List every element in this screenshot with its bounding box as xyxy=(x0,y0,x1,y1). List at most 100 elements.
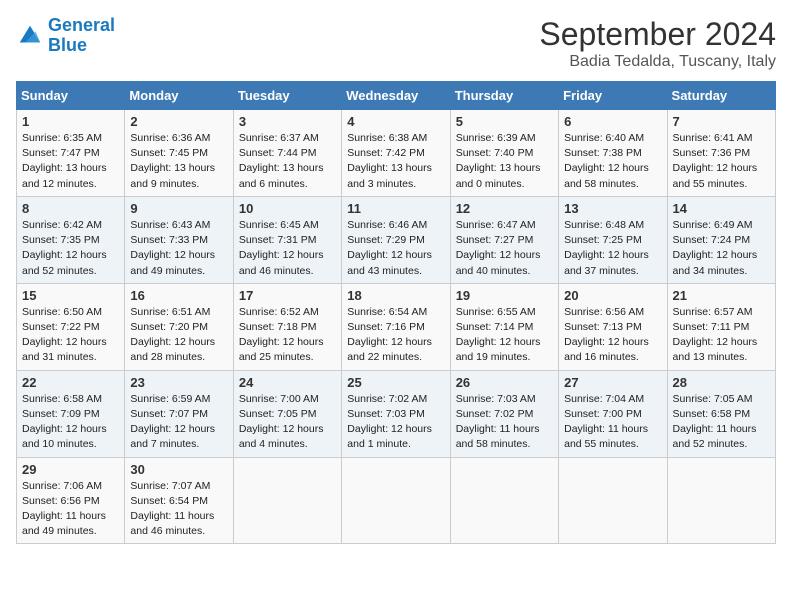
day-number: 25 xyxy=(347,375,444,390)
calendar-cell xyxy=(342,457,450,544)
day-info: Sunrise: 7:06 AM Sunset: 6:56 PM Dayligh… xyxy=(22,479,119,540)
day-info: Sunrise: 7:02 AM Sunset: 7:03 PM Dayligh… xyxy=(347,392,444,453)
calendar-cell: 24Sunrise: 7:00 AM Sunset: 7:05 PM Dayli… xyxy=(233,370,341,457)
calendar-cell xyxy=(559,457,667,544)
day-info: Sunrise: 7:04 AM Sunset: 7:00 PM Dayligh… xyxy=(564,392,661,453)
calendar-cell: 16Sunrise: 6:51 AM Sunset: 7:20 PM Dayli… xyxy=(125,283,233,370)
day-number: 13 xyxy=(564,201,661,216)
calendar-cell xyxy=(667,457,775,544)
day-number: 18 xyxy=(347,288,444,303)
day-info: Sunrise: 6:42 AM Sunset: 7:35 PM Dayligh… xyxy=(22,218,119,279)
calendar-week-3: 15 Sunrise: 6:50 AM Sunset: 7:22 PM Dayli… xyxy=(17,283,776,370)
day-info: Sunrise: 6:43 AM Sunset: 7:33 PM Dayligh… xyxy=(130,218,227,279)
day-info: Sunrise: 6:41 AM Sunset: 7:36 PM Dayligh… xyxy=(673,131,770,192)
calendar-cell: 14 Sunrise: 6:49 AM Sunset: 7:24 PM Dayli… xyxy=(667,196,775,283)
calendar-cell xyxy=(233,457,341,544)
day-info: Sunrise: 6:37 AM Sunset: 7:44 PM Dayligh… xyxy=(239,131,336,192)
header-sunday: Sunday xyxy=(17,82,125,110)
calendar-cell: 17Sunrise: 6:52 AM Sunset: 7:18 PM Dayli… xyxy=(233,283,341,370)
header-thursday: Thursday xyxy=(450,82,558,110)
logo-text: General Blue xyxy=(48,16,115,56)
day-info: Sunrise: 6:47 AM Sunset: 7:27 PM Dayligh… xyxy=(456,218,553,279)
day-info: Sunrise: 7:05 AM Sunset: 6:58 PM Dayligh… xyxy=(673,392,770,453)
calendar-cell: 2 Sunrise: 6:36 AM Sunset: 7:45 PM Daylig… xyxy=(125,110,233,197)
day-number: 6 xyxy=(564,114,661,129)
day-info: Sunrise: 6:50 AM Sunset: 7:22 PM Dayligh… xyxy=(22,305,119,366)
day-info: Sunrise: 6:46 AM Sunset: 7:29 PM Dayligh… xyxy=(347,218,444,279)
day-info: Sunrise: 6:54 AM Sunset: 7:16 PM Dayligh… xyxy=(347,305,444,366)
calendar-cell: 27 Sunrise: 7:04 AM Sunset: 7:00 PM Dayli… xyxy=(559,370,667,457)
day-number: 19 xyxy=(456,288,553,303)
day-info: Sunrise: 6:49 AM Sunset: 7:24 PM Dayligh… xyxy=(673,218,770,279)
day-number: 9 xyxy=(130,201,227,216)
day-info: Sunrise: 6:35 AM Sunset: 7:47 PM Dayligh… xyxy=(22,131,119,192)
logo-icon xyxy=(16,22,44,50)
header-monday: Monday xyxy=(125,82,233,110)
calendar-cell: 20 Sunrise: 6:56 AM Sunset: 7:13 PM Dayli… xyxy=(559,283,667,370)
day-info: Sunrise: 7:07 AM Sunset: 6:54 PM Dayligh… xyxy=(130,479,227,540)
day-info: Sunrise: 6:36 AM Sunset: 7:45 PM Dayligh… xyxy=(130,131,227,192)
day-number: 5 xyxy=(456,114,553,129)
calendar-cell: 9 Sunrise: 6:43 AM Sunset: 7:33 PM Daylig… xyxy=(125,196,233,283)
calendar-header: SundayMondayTuesdayWednesdayThursdayFrid… xyxy=(17,82,776,110)
calendar-week-1: 1 Sunrise: 6:35 AM Sunset: 7:47 PM Daylig… xyxy=(17,110,776,197)
calendar-cell: 23Sunrise: 6:59 AM Sunset: 7:07 PM Dayli… xyxy=(125,370,233,457)
day-number: 22 xyxy=(22,375,119,390)
calendar-week-2: 8Sunrise: 6:42 AM Sunset: 7:35 PM Daylig… xyxy=(17,196,776,283)
calendar-cell: 8Sunrise: 6:42 AM Sunset: 7:35 PM Daylig… xyxy=(17,196,125,283)
calendar-cell: 26Sunrise: 7:03 AM Sunset: 7:02 PM Dayli… xyxy=(450,370,558,457)
day-number: 10 xyxy=(239,201,336,216)
calendar-cell: 30 Sunrise: 7:07 AM Sunset: 6:54 PM Dayli… xyxy=(125,457,233,544)
day-number: 21 xyxy=(673,288,770,303)
header-wednesday: Wednesday xyxy=(342,82,450,110)
day-number: 29 xyxy=(22,462,119,477)
page-header: General Blue September 2024 Badia Tedald… xyxy=(16,16,776,71)
title-block: September 2024 Badia Tedalda, Tuscany, I… xyxy=(539,16,776,71)
day-number: 11 xyxy=(347,201,444,216)
calendar-cell: 22 Sunrise: 6:58 AM Sunset: 7:09 PM Dayli… xyxy=(17,370,125,457)
day-number: 23 xyxy=(130,375,227,390)
calendar-cell: 25 Sunrise: 7:02 AM Sunset: 7:03 PM Dayli… xyxy=(342,370,450,457)
calendar-table: SundayMondayTuesdayWednesdayThursdayFrid… xyxy=(16,81,776,544)
day-info: Sunrise: 6:57 AM Sunset: 7:11 PM Dayligh… xyxy=(673,305,770,366)
logo-line2: Blue xyxy=(48,35,87,55)
day-number: 14 xyxy=(673,201,770,216)
header-tuesday: Tuesday xyxy=(233,82,341,110)
header-friday: Friday xyxy=(559,82,667,110)
calendar-cell: 28 Sunrise: 7:05 AM Sunset: 6:58 PM Dayli… xyxy=(667,370,775,457)
day-number: 20 xyxy=(564,288,661,303)
day-number: 26 xyxy=(456,375,553,390)
day-info: Sunrise: 6:48 AM Sunset: 7:25 PM Dayligh… xyxy=(564,218,661,279)
calendar-cell: 10 Sunrise: 6:45 AM Sunset: 7:31 PM Dayli… xyxy=(233,196,341,283)
calendar-cell: 1 Sunrise: 6:35 AM Sunset: 7:47 PM Daylig… xyxy=(17,110,125,197)
calendar-cell: 13 Sunrise: 6:48 AM Sunset: 7:25 PM Dayli… xyxy=(559,196,667,283)
calendar-week-4: 22 Sunrise: 6:58 AM Sunset: 7:09 PM Dayli… xyxy=(17,370,776,457)
day-info: Sunrise: 6:45 AM Sunset: 7:31 PM Dayligh… xyxy=(239,218,336,279)
day-number: 27 xyxy=(564,375,661,390)
logo: General Blue xyxy=(16,16,115,56)
day-number: 1 xyxy=(22,114,119,129)
calendar-body: 1 Sunrise: 6:35 AM Sunset: 7:47 PM Daylig… xyxy=(17,110,776,544)
day-info: Sunrise: 6:58 AM Sunset: 7:09 PM Dayligh… xyxy=(22,392,119,453)
day-info: Sunrise: 6:56 AM Sunset: 7:13 PM Dayligh… xyxy=(564,305,661,366)
day-number: 15 xyxy=(22,288,119,303)
day-info: Sunrise: 6:40 AM Sunset: 7:38 PM Dayligh… xyxy=(564,131,661,192)
calendar-cell: 18 Sunrise: 6:54 AM Sunset: 7:16 PM Dayli… xyxy=(342,283,450,370)
day-number: 30 xyxy=(130,462,227,477)
page-title: September 2024 xyxy=(539,16,776,53)
logo-line1: General xyxy=(48,15,115,35)
calendar-cell: 4 Sunrise: 6:38 AM Sunset: 7:42 PM Daylig… xyxy=(342,110,450,197)
day-number: 12 xyxy=(456,201,553,216)
calendar-cell: 6 Sunrise: 6:40 AM Sunset: 7:38 PM Daylig… xyxy=(559,110,667,197)
day-info: Sunrise: 6:38 AM Sunset: 7:42 PM Dayligh… xyxy=(347,131,444,192)
day-number: 17 xyxy=(239,288,336,303)
calendar-cell: 3Sunrise: 6:37 AM Sunset: 7:44 PM Daylig… xyxy=(233,110,341,197)
calendar-cell: 21 Sunrise: 6:57 AM Sunset: 7:11 PM Dayli… xyxy=(667,283,775,370)
calendar-cell: 5Sunrise: 6:39 AM Sunset: 7:40 PM Daylig… xyxy=(450,110,558,197)
day-info: Sunrise: 6:55 AM Sunset: 7:14 PM Dayligh… xyxy=(456,305,553,366)
day-number: 2 xyxy=(130,114,227,129)
day-number: 4 xyxy=(347,114,444,129)
calendar-week-5: 29 Sunrise: 7:06 AM Sunset: 6:56 PM Dayli… xyxy=(17,457,776,544)
day-number: 28 xyxy=(673,375,770,390)
calendar-cell: 7Sunrise: 6:41 AM Sunset: 7:36 PM Daylig… xyxy=(667,110,775,197)
